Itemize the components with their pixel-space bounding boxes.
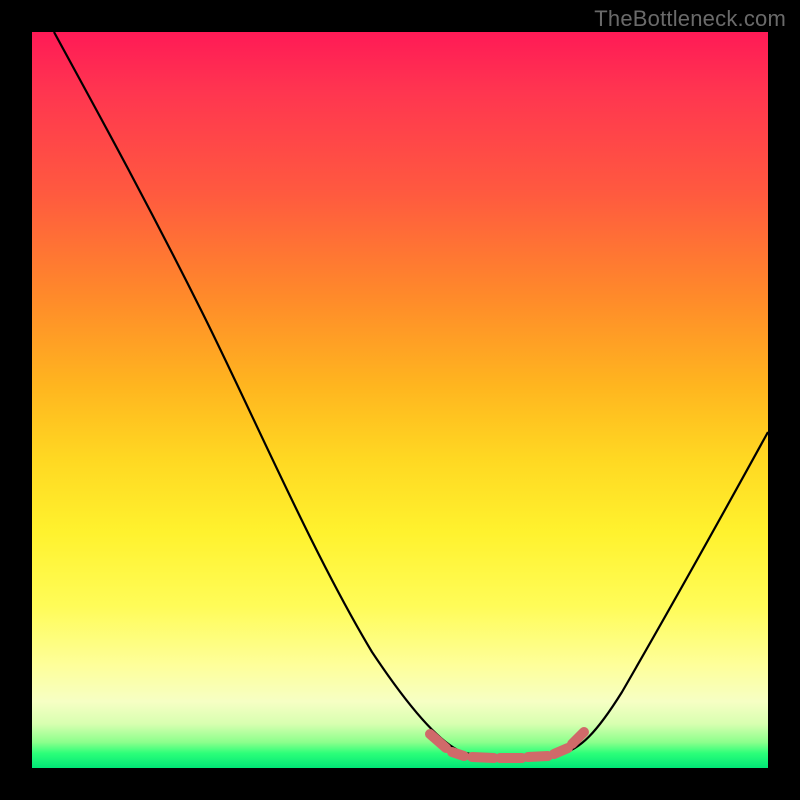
- plot-area: [32, 32, 768, 768]
- bottleneck-curve: [54, 32, 768, 757]
- watermark-text: TheBottleneck.com: [594, 6, 786, 32]
- highlight-markers: [430, 732, 584, 758]
- chart-frame: TheBottleneck.com: [0, 0, 800, 800]
- chart-svg: [32, 32, 768, 768]
